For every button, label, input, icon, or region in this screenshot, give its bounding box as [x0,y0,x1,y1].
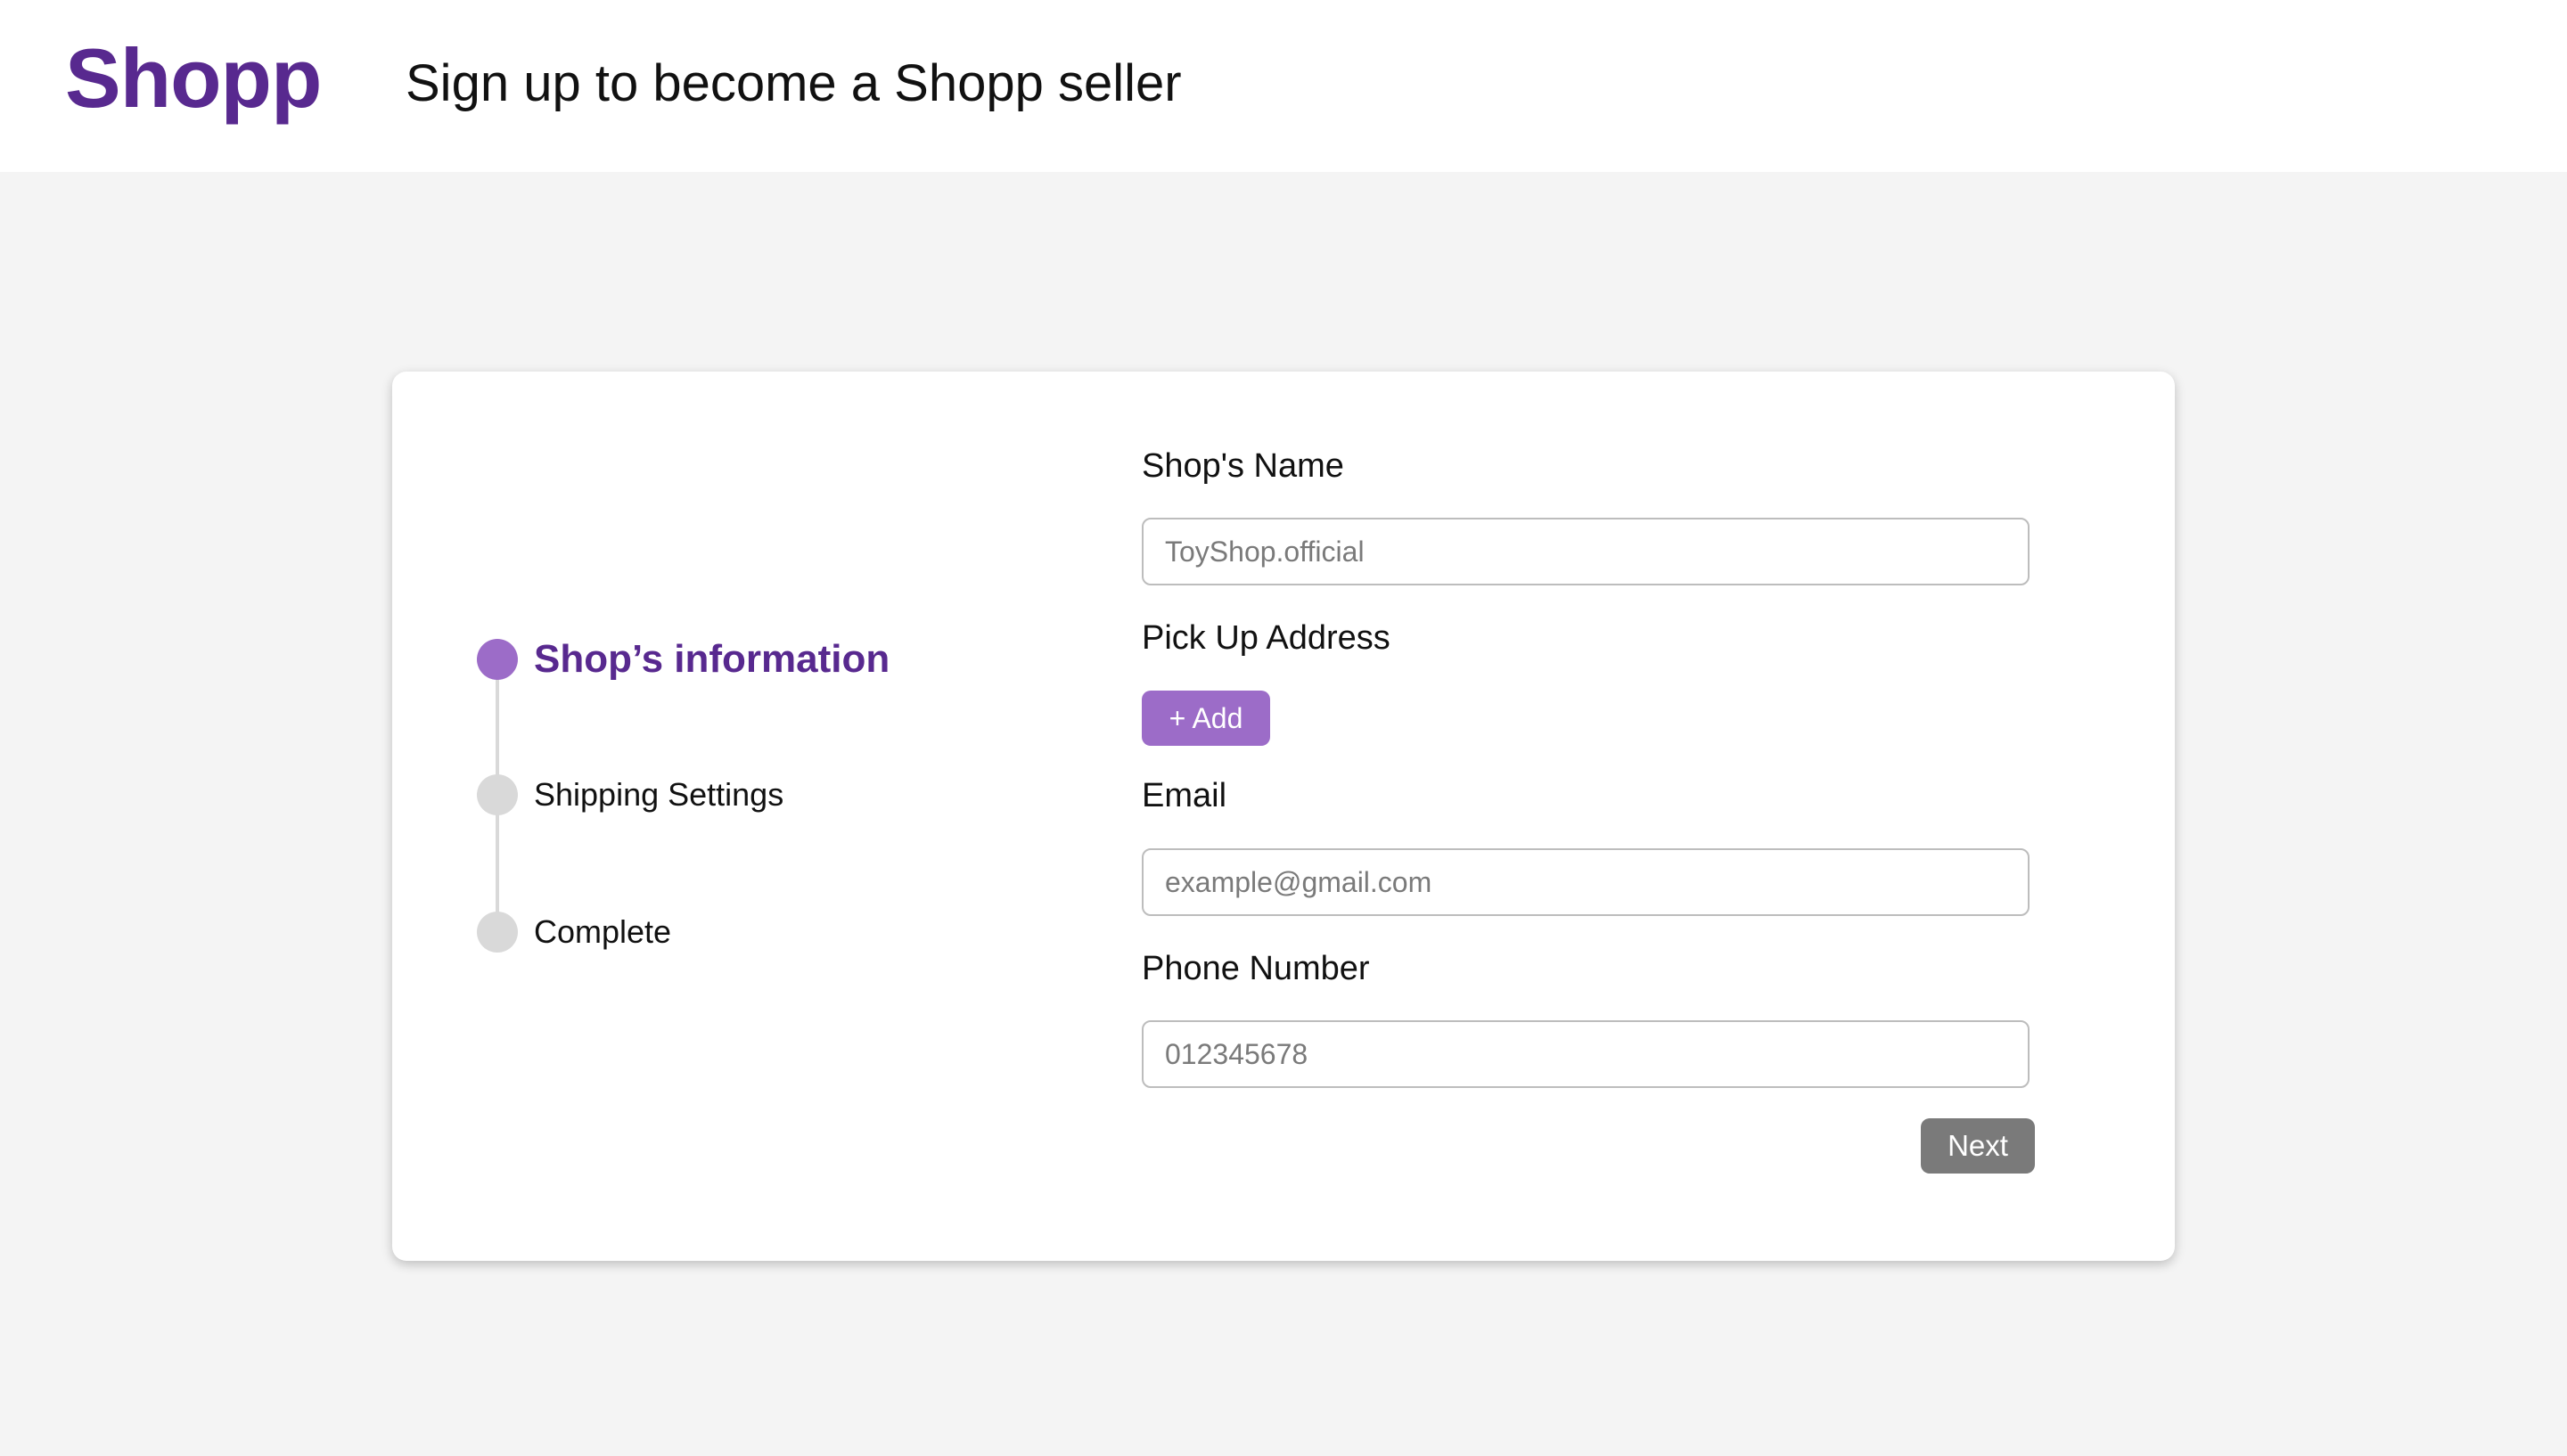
next-button[interactable]: Next [1921,1118,2035,1174]
pickup-address-label: Pick Up Address [1142,619,1390,657]
step-label: Shipping Settings [534,776,784,813]
add-address-button[interactable]: + Add [1142,691,1270,746]
top-header: Shopp Sign up to become a Shopp seller [0,0,2567,172]
email-input[interactable] [1142,848,2030,916]
step-connector [496,812,499,917]
step-dot [477,774,518,815]
progress-stepper: Shop’s information Shipping Settings Com… [477,637,1012,995]
step-complete[interactable]: Complete [477,912,671,953]
email-label: Email [1142,777,1227,814]
shop-name-label: Shop's Name [1142,447,1344,485]
page-title: Sign up to become a Shopp seller [406,54,1182,112]
signup-card: Shop’s information Shipping Settings Com… [392,372,2175,1261]
phone-number-input[interactable] [1142,1020,2030,1088]
step-connector [496,675,499,780]
step-label: Shop’s information [534,637,890,681]
step-shop-information[interactable]: Shop’s information [477,637,890,681]
shopp-logo[interactable]: Shopp [65,25,322,132]
step-shipping-settings[interactable]: Shipping Settings [477,774,783,815]
shop-name-input[interactable] [1142,518,2030,585]
step-dot-active [477,639,518,680]
step-label: Complete [534,913,672,950]
phone-number-label: Phone Number [1142,950,1370,987]
step-dot [477,912,518,953]
